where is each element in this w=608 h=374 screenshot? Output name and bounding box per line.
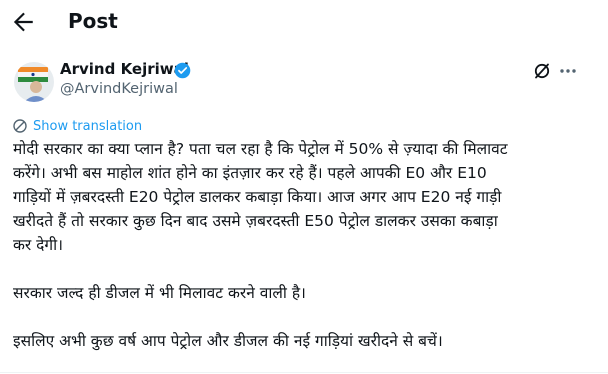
post-line: सरकार जल्द ही डीजल में भी मिलावट करने वा… <box>13 284 306 302</box>
post-line: खरीदते हैं तो सरकार कुछ दिन बाद उसमे ज़ब… <box>13 212 498 230</box>
post-line: इसलिए अभी कुछ वर्ष आप पेट्रोल और डीजल की… <box>13 332 443 350</box>
avatar[interactable] <box>14 62 54 102</box>
translate-icon <box>13 119 27 133</box>
back-button[interactable] <box>10 9 36 35</box>
page-title: Post <box>68 9 118 33</box>
post-line: कर देगी। <box>13 236 64 254</box>
post-line: करेंगे। अभी बस माहोल शांत होने का इंतज़ा… <box>13 164 487 182</box>
show-translation-link[interactable]: Show translation <box>12 116 142 136</box>
post-body: मोदी सरकार का क्या प्लान है? पता चल रहा … <box>13 137 593 353</box>
divider <box>0 372 608 373</box>
show-translation-label: Show translation <box>33 118 143 134</box>
grok-icon[interactable] <box>532 61 552 81</box>
post-line: गाड़ियों में ज़बरदस्ती E20 पेट्रोल डालकर… <box>13 188 502 206</box>
post-line: मोदी सरकार का क्या प्लान है? पता चल रहा … <box>13 140 508 158</box>
arrow-left-icon <box>13 12 33 32</box>
top-bar: Post <box>0 0 608 44</box>
more-horizontal-icon[interactable] <box>558 61 578 81</box>
author-name[interactable]: Arvind Kejriwal <box>60 60 189 78</box>
author-handle[interactable]: @ArvindKejriwal <box>60 81 178 97</box>
verified-badge-icon <box>174 62 191 79</box>
